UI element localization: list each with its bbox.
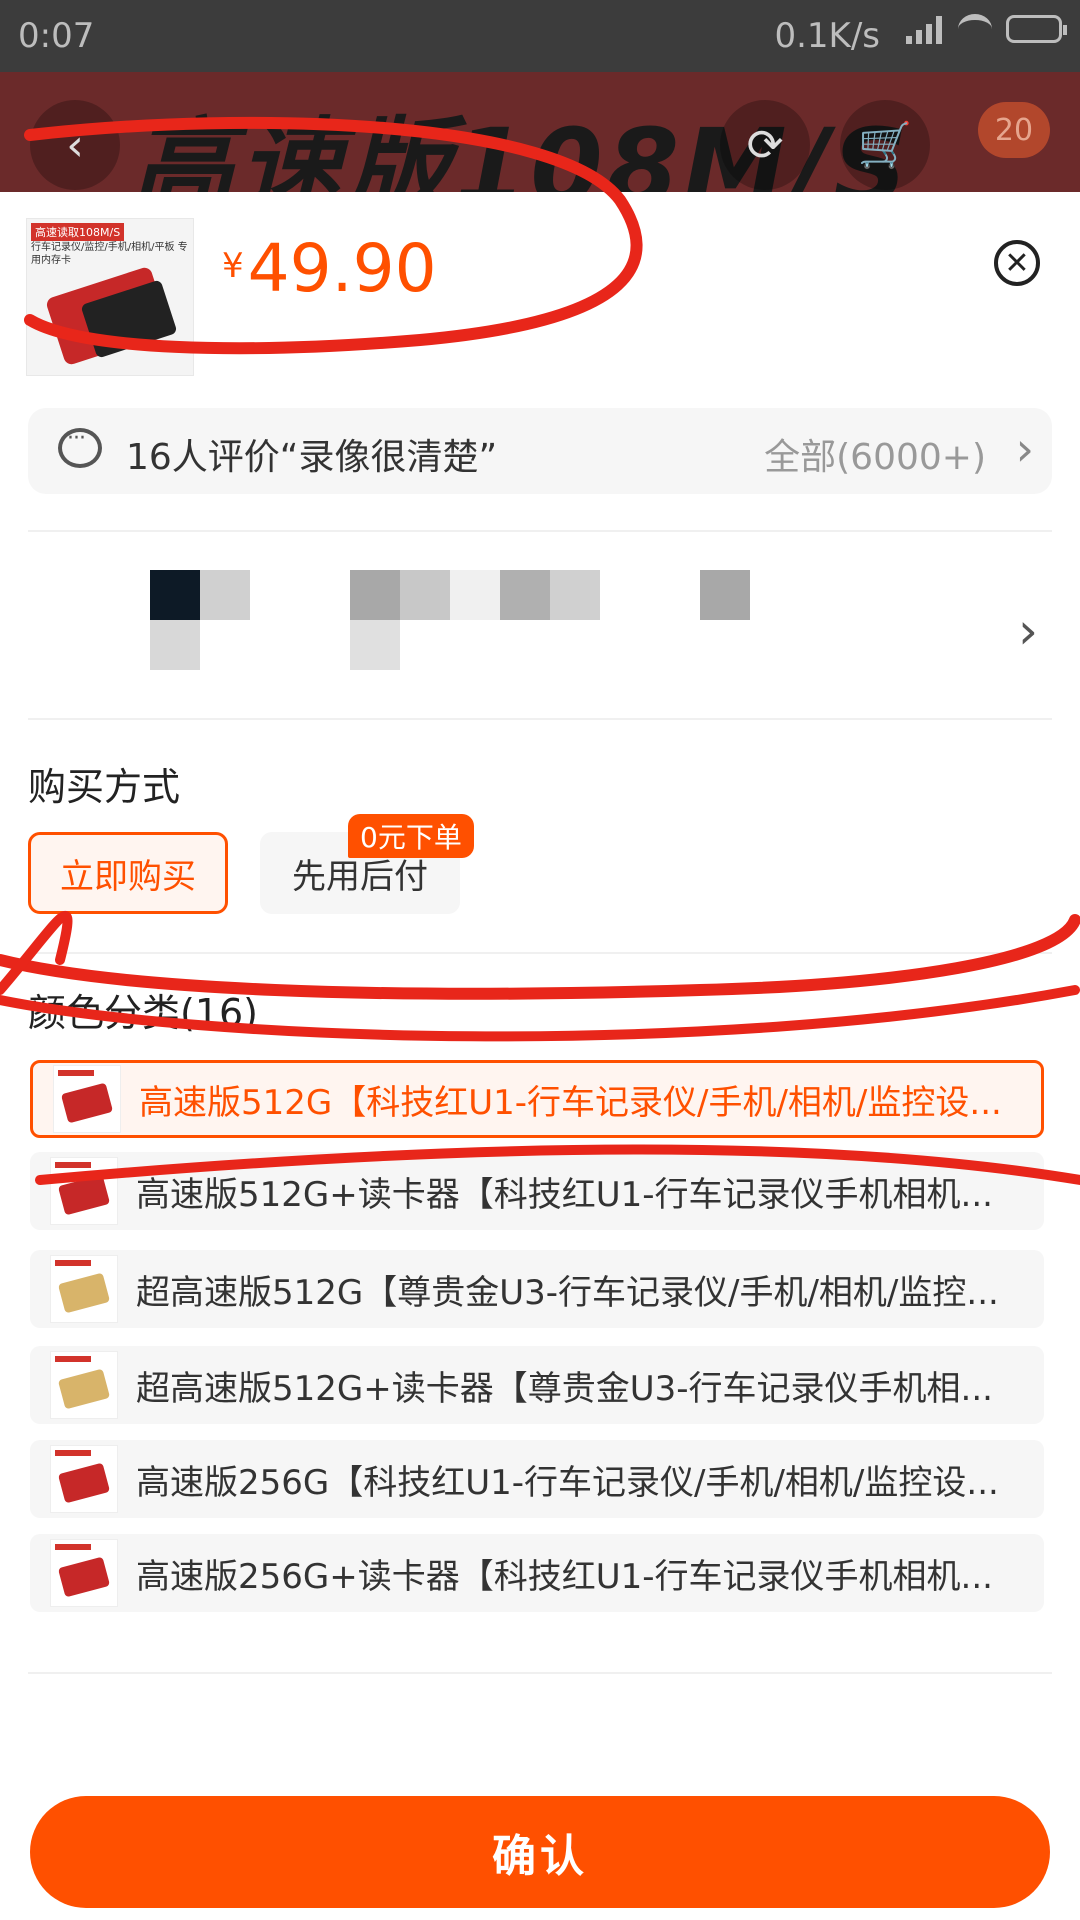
comment-icon (58, 426, 102, 468)
chevron-right-icon: › (1015, 422, 1034, 476)
variant-label: 高速版512G【科技红U1-行车记录仪/手机/相机/监控设... (139, 1082, 1002, 1123)
variant-label: 超高速版512G【尊贵金U3-行车记录仪/手机/相机/监控... (136, 1272, 999, 1313)
variant-item[interactable]: 高速版512G【科技红U1-行车记录仪/手机/相机/监控设... (30, 1060, 1044, 1138)
variant-item[interactable]: 高速版256G+读卡器【科技红U1-行车记录仪手机相机... (30, 1534, 1044, 1612)
variant-label: 超高速版512G+读卡器【尊贵金U3-行车记录仪手机相... (136, 1368, 993, 1409)
variant-item[interactable]: 高速版256G【科技红U1-行车记录仪/手机/相机/监控设... (30, 1440, 1044, 1518)
status-bar: 0:07 0.1K/s (0, 0, 1080, 72)
sku-selector-sheet: 高速读取108M/S 行车记录仪/监控/手机/相机/平板 专用内存卡 ¥49.9… (0, 192, 1080, 1920)
variant-thumbnail (53, 1065, 121, 1133)
delivery-address-row[interactable]: › (28, 530, 1052, 720)
variant-item[interactable]: 高速版512G+读卡器【科技红U1-行车记录仪手机相机... (30, 1152, 1044, 1230)
status-time: 0:07 (18, 16, 95, 56)
purchase-method-title: 购买方式 (28, 765, 181, 809)
color-category-title: 颜色分类(16) (28, 991, 259, 1035)
cart-icon[interactable]: 🛒 (840, 100, 930, 190)
product-thumbnail[interactable]: 高速读取108M/S 行车记录仪/监控/手机/相机/平板 专用内存卡 (26, 218, 194, 376)
thumb-subtitle: 行车记录仪/监控/手机/相机/平板 专用内存卡 (31, 242, 188, 266)
battery-icon (1006, 15, 1067, 43)
variant-thumbnail (50, 1445, 118, 1513)
wifi-icon (958, 14, 992, 44)
variant-thumbnail (50, 1539, 118, 1607)
buy-now-option[interactable]: 立即购买 (28, 832, 228, 914)
product-page-header: 高速版108M/S ‹ ⟳ 🛒 20 (0, 72, 1080, 192)
confirm-button[interactable]: 确认 (30, 1796, 1050, 1908)
review-summary[interactable]: 16人评价“录像很清楚” 全部(6000+) › (28, 408, 1052, 494)
variant-label: 高速版256G【科技红U1-行车记录仪/手机/相机/监控设... (136, 1462, 999, 1503)
chevron-right-icon: › (1018, 602, 1038, 660)
review-all-link[interactable]: 全部(6000+) (764, 428, 986, 480)
variant-item[interactable]: 超高速版512G【尊贵金U3-行车记录仪/手机/相机/监控... (30, 1250, 1044, 1328)
price-value: 49.90 (247, 230, 437, 307)
product-price: ¥49.90 (222, 230, 437, 307)
currency-symbol: ¥ (222, 246, 244, 286)
review-text: 16人评价“录像很清楚” (126, 437, 498, 478)
signal-icon (906, 14, 944, 44)
variant-item[interactable]: 超高速版512G+读卡器【尊贵金U3-行车记录仪手机相... (30, 1346, 1044, 1424)
share-icon[interactable]: ⟳ (720, 100, 810, 190)
cart-count-badge: 20 (978, 102, 1050, 158)
back-arrow-icon[interactable]: ‹ (30, 100, 120, 190)
variant-label: 高速版256G+读卡器【科技红U1-行车记录仪手机相机... (136, 1556, 993, 1597)
close-icon[interactable]: ✕ (994, 240, 1040, 286)
variant-thumbnail (50, 1255, 118, 1323)
variant-label: 高速版512G+读卡器【科技红U1-行车记录仪手机相机... (136, 1174, 993, 1215)
variant-thumbnail (50, 1351, 118, 1419)
zero-yuan-badge: 0元下单 (348, 814, 474, 858)
thumb-tag: 高速读取108M/S (31, 223, 125, 241)
status-net-speed: 0.1K/s (774, 16, 880, 56)
variant-thumbnail (50, 1157, 118, 1225)
